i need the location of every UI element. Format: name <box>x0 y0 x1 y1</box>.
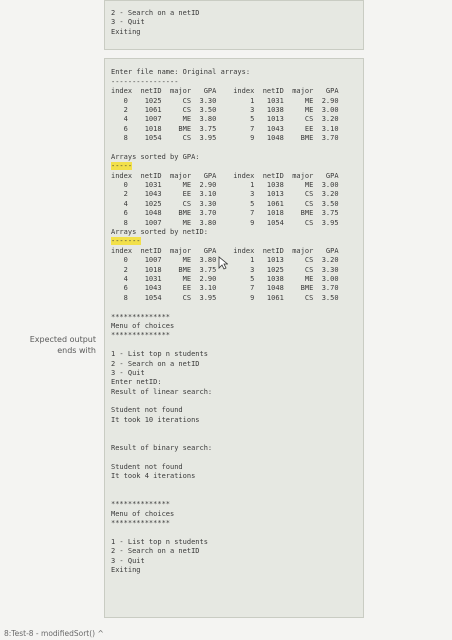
output-line: 4 1007 ME 3.80 5 1013 CS 3.20 <box>111 115 339 124</box>
output-line: It took 10 iterations <box>111 415 200 424</box>
output-line: 2 - Search on a netID <box>111 9 200 17</box>
output-line: ************** <box>111 331 171 340</box>
output-line: 1 - List top n students <box>111 537 208 546</box>
output-line: index netID major GPA index netID major … <box>111 87 339 96</box>
output-line: ************** <box>111 519 171 528</box>
expected-output-text: Enter file name: Original arrays: -------… <box>111 59 363 575</box>
test-footer[interactable]: 8:Test-8 - modifiedSort() ^ <box>4 629 104 638</box>
output-line: 8 1007 ME 3.80 9 1054 CS 3.95 <box>111 218 339 227</box>
highlight-mark: ----- <box>111 162 133 171</box>
output-line: ************** <box>111 500 171 509</box>
output-line: ---------------- <box>111 77 179 86</box>
output-line: index netID major GPA index netID major … <box>111 246 339 255</box>
output-line: 4 1025 CS 3.30 5 1061 CS 3.50 <box>111 199 339 208</box>
output-line: Menu of choices <box>111 321 175 330</box>
output-line: 4 1031 ME 2.90 5 1038 ME 3.00 <box>111 274 339 283</box>
output-line: 1 - List top n students <box>111 350 208 359</box>
output-line: 2 - Search on a netID <box>111 359 200 368</box>
expected-output-label: Expected output ends with <box>6 334 96 356</box>
output-line: 6 1018 BME 3.75 7 1043 EE 3.10 <box>111 124 339 133</box>
output-line: Result of linear search: <box>111 387 213 396</box>
output-line: 0 1025 CS 3.30 1 1031 ME 2.90 <box>111 96 339 105</box>
output-line: ----- <box>111 162 363 171</box>
output-line: Student not found <box>111 406 183 415</box>
expected-output-panel: Enter file name: Original arrays: -------… <box>104 58 364 618</box>
highlight-mark: ------- <box>111 237 141 246</box>
output-line: 3 - Quit <box>111 368 145 377</box>
mouse-cursor-icon <box>218 256 228 270</box>
output-line: 6 1048 BME 3.70 7 1018 BME 3.75 <box>111 209 339 218</box>
output-line: 0 1007 ME 3.80 1 1013 CS 3.20 <box>111 256 339 265</box>
previous-output-panel: 2 - Search on a netID 3 - Quit Exiting <box>104 0 364 50</box>
expected-output-label-text: Expected output ends with <box>29 335 96 355</box>
output-line: Exiting <box>111 27 141 36</box>
output-line: Student not found <box>111 462 183 471</box>
output-line: Result of binary search: <box>111 444 213 453</box>
output-line: ************** <box>111 312 171 321</box>
output-line: It took 4 iterations <box>111 472 196 481</box>
output-line: Arrays sorted by netID: <box>111 228 208 237</box>
output-line: 2 1043 EE 3.10 3 1013 CS 3.20 <box>111 190 339 199</box>
output-line: 8 1054 CS 3.95 9 1061 CS 3.50 <box>111 293 339 302</box>
output-line: Enter netID: <box>111 378 162 387</box>
previous-output-text: 2 - Search on a netID 3 - Quit Exiting <box>111 9 363 37</box>
output-line: ------- <box>111 237 363 246</box>
test-footer-label: 8:Test-8 - modifiedSort() ^ <box>4 629 104 638</box>
output-line: 2 1061 CS 3.50 3 1038 ME 3.00 <box>111 105 339 114</box>
output-line: 2 - Search on a netID <box>111 547 200 556</box>
output-line: 2 1018 BME 3.75 3 1025 CS 3.30 <box>111 265 339 274</box>
output-line: Menu of choices <box>111 509 175 518</box>
output-line: Exiting <box>111 566 141 575</box>
output-line: 3 - Quit <box>111 18 145 27</box>
output-line: index netID major GPA index netID major … <box>111 171 339 180</box>
output-line: 3 - Quit <box>111 556 145 565</box>
output-line: Enter file name: Original arrays: <box>111 68 251 77</box>
output-line: 6 1043 EE 3.10 7 1048 BME 3.70 <box>111 284 339 293</box>
output-line: Arrays sorted by GPA: <box>111 152 200 161</box>
output-line: 8 1054 CS 3.95 9 1048 BME 3.70 <box>111 134 339 143</box>
output-line: 0 1031 ME 2.90 1 1038 ME 3.00 <box>111 181 339 190</box>
